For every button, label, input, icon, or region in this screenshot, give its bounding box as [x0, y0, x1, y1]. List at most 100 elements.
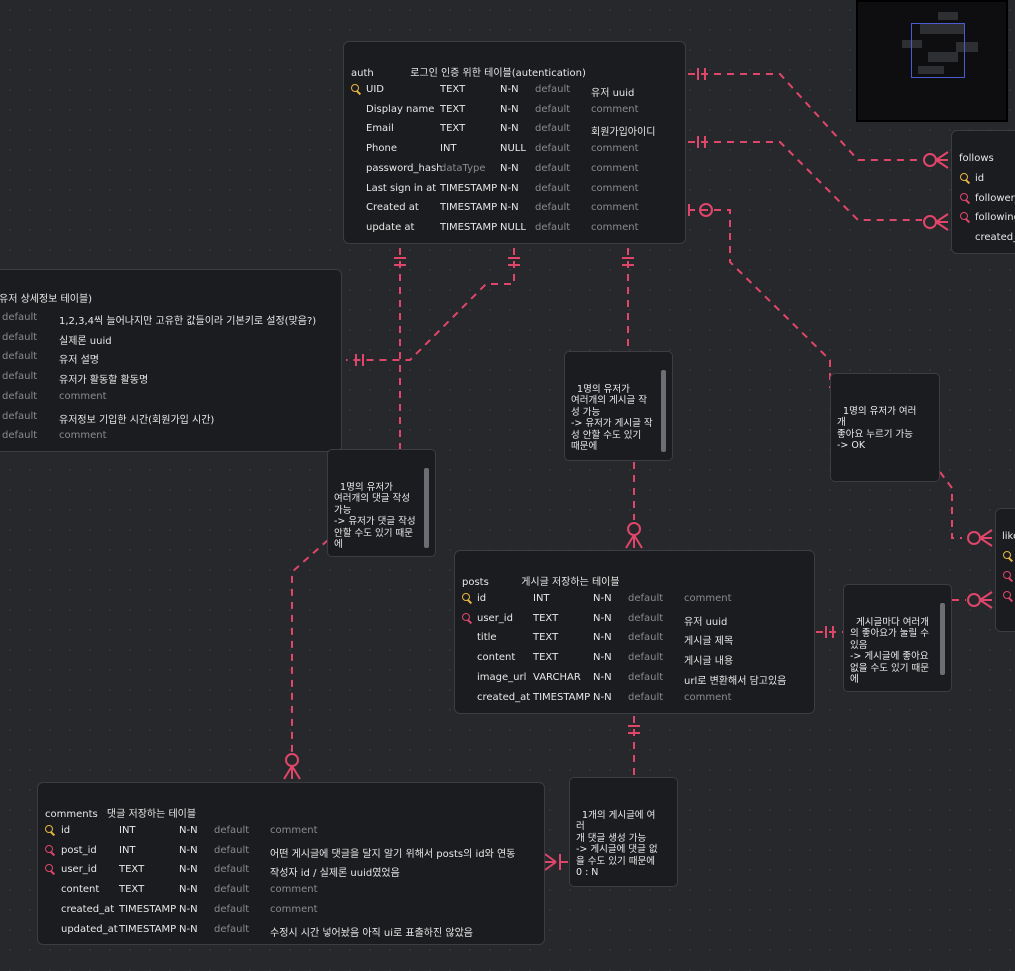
table-row[interactable]: default 유저정보 기입한 시간(회원가입 시간) [0, 411, 341, 431]
column-name: title [477, 632, 497, 644]
primary-key-icon [1003, 551, 1012, 560]
table-row[interactable]: default comment [0, 391, 341, 411]
note-text: 1명의 유저가 여러개의 댓글 작성 가능 -> 유저가 댓글 작성 안할 수도… [334, 481, 416, 551]
column-nullable: N-N [500, 202, 519, 214]
table-row[interactable]: Last sign in at TIMESTAMP N-N default commen… [344, 183, 685, 203]
column-comment: 1,2,3,4씩 늘어나지만 고유한 값들이라 기본키로 설정(맞음?) [59, 316, 317, 327]
column-name: Last sign in at [366, 182, 437, 194]
table-row[interactable]: content TEXT N-N default 게시글 내용 [455, 652, 814, 672]
table-row[interactable]: follower_ [952, 192, 1015, 213]
table-row[interactable] [996, 591, 1015, 611]
auth-table[interactable]: auth 로그인 인증 위한 테이블(autentication) UID TEX… [343, 41, 686, 244]
table-row[interactable]: created_a [952, 232, 1015, 252]
column-type: TEXT [533, 652, 559, 664]
table-row[interactable]: post_id INT N-N default 어떤 게시글에 댓글을 달지 알기 위해… [38, 844, 544, 865]
column-type: TIMESTAMP [119, 903, 177, 915]
column-comment: comment [591, 143, 639, 155]
table-row[interactable]: user_id TEXT N-N default 유저 uuid [455, 612, 814, 633]
table-name: follows [959, 153, 994, 164]
auth-likes-link [688, 209, 831, 388]
table-row[interactable]: default 유저 설명 [0, 351, 341, 371]
table-row[interactable]: id [952, 173, 1015, 193]
column-comment: 유저정보 기입한 시간(회원가입 시간) [59, 414, 215, 426]
auth-follows-following-link [688, 141, 922, 221]
likes-table[interactable]: like [995, 508, 1015, 632]
table-row[interactable]: updated_at TIMESTAMP N-N default 수정시 시간 넣어놨음… [38, 924, 544, 944]
column-comment: 작성자 id / 실제론 uuid였었음 [270, 868, 400, 880]
table-row[interactable]: user_id TEXT N-N default 작성자 id / 실제론 uuid였었… [38, 864, 544, 884]
column-nullable: N-N [593, 632, 612, 644]
primary-key-icon [462, 593, 471, 602]
column-default: default [214, 903, 250, 915]
note-scrollbar[interactable] [424, 468, 429, 548]
table-row[interactable]: Email TEXT N-N default 회원가입아이디 [344, 123, 685, 143]
column-type: TIMESTAMP [533, 691, 591, 703]
column-name: id [61, 825, 71, 836]
column-default: default [2, 312, 38, 323]
column-default: default [214, 884, 250, 896]
table-row[interactable]: title TEXT N-N default 게시글 제목 [455, 632, 814, 652]
table-row[interactable]: password_hash dataType N-N default comment [344, 163, 685, 183]
follows-table[interactable]: follows id follower_ following created_a [951, 130, 1015, 254]
table-row[interactable]: Created at TIMESTAMP N-N default comment [344, 202, 685, 222]
column-name: updated_at [61, 923, 118, 935]
column-default: default [628, 612, 664, 624]
column-default: default [535, 123, 571, 135]
table-row[interactable]: content TEXT N-N default comment [38, 884, 544, 904]
table-name: posts [462, 577, 489, 588]
table-row[interactable]: default 1,2,3,4씩 늘어나지만 고유한 값들이라 기본키로 설정(맞… [0, 312, 341, 332]
column-default: default [535, 162, 571, 174]
table-row[interactable]: default 실제론 uuid [0, 332, 341, 352]
table-row[interactable]: Display name TEXT N-N default comment [344, 104, 685, 124]
column-nullable: N-N [179, 864, 198, 876]
column-name: password_hash [366, 162, 443, 174]
column-comment: 회원가입아이디 [591, 127, 656, 139]
column-name: update at [366, 221, 415, 233]
note-scrollbar[interactable] [661, 370, 666, 452]
column-name: content [61, 884, 100, 896]
table-row[interactable] [996, 551, 1015, 571]
table-row[interactable] [996, 571, 1015, 591]
table-row[interactable]: default comment [0, 430, 341, 450]
table-row[interactable]: id INT N-N default comment [38, 825, 544, 845]
column-comment: 게시글 제목 [684, 636, 734, 648]
comments-table[interactable]: comments 댓글 저장하는 테이블 id INT N-N default comm… [37, 782, 545, 945]
likes-relation-note[interactable]: 1명의 유저가 여러개 좋아요 누르기 가능 -> OK [830, 373, 940, 482]
table-row[interactable]: created_at TIMESTAMP N-N default comment [38, 904, 544, 924]
table-row[interactable]: following [952, 212, 1015, 232]
column-nullable: N-N [179, 903, 198, 915]
profile-table[interactable]: 유저 상세정보 테이블) default 1,2,3,4씩 늘어나지만 고유한 값… [0, 269, 342, 452]
note-text: 1명의 유저가 여러개의 게시글 작 성 가능 -> 유저가 게시글 작 성 안… [571, 383, 653, 453]
table-row[interactable]: Phone INT NULL default comment [344, 143, 685, 163]
column-type: TEXT [533, 612, 559, 624]
foreign-key-icon [960, 212, 969, 221]
table-row[interactable]: image_url VARCHAR N-N default url로 변환해서 담고있음 [455, 672, 814, 692]
column-default: default [535, 84, 571, 95]
table-row[interactable]: default 유저가 활동할 활동명 [0, 371, 341, 391]
note-scrollbar[interactable] [940, 603, 945, 675]
column-comment: comment [270, 903, 318, 915]
column-name: following [975, 212, 1015, 224]
column-nullable: NULL [500, 221, 526, 233]
column-nullable: N-N [593, 671, 612, 683]
column-comment: comment [684, 691, 732, 703]
post-comments-relation-note[interactable]: 1개의 게시글에 여러 개 댓글 생성 가능 -> 게시글에 댓글 없 을 수도… [569, 777, 678, 887]
column-comment: comment [591, 202, 639, 214]
table-row[interactable]: id INT N-N default comment [455, 593, 814, 613]
column-name: post_id [61, 844, 97, 856]
column-comment: comment [591, 162, 639, 174]
post-likes-relation-note[interactable]: 게시글마다 여러개 의 좋아요가 눌릴 수 있음 -> 게시글에 좋아요 없을 … [843, 584, 952, 692]
table-row[interactable]: created_at TIMESTAMP N-N default comment [455, 692, 814, 712]
posts-relation-note[interactable]: 1명의 유저가 여러개의 게시글 작 성 가능 -> 유저가 게시글 작 성 안… [564, 351, 673, 461]
comments-relation-note[interactable]: 1명의 유저가 여러개의 댓글 작성 가능 -> 유저가 댓글 작성 안할 수도… [327, 449, 436, 557]
column-default: default [2, 371, 38, 383]
table-name: comments [45, 809, 98, 820]
table-row[interactable]: update at TIMESTAMP NULL default comment [344, 222, 685, 242]
column-nullable: N-N [593, 652, 612, 664]
column-nullable: N-N [500, 84, 519, 95]
foreign-key-icon [45, 864, 54, 873]
column-type: INT [533, 593, 550, 604]
column-type: TIMESTAMP [119, 923, 177, 935]
table-row[interactable]: UID TEXT N-N default 유저 uuid [344, 84, 685, 104]
posts-table[interactable]: posts 게시글 저장하는 테이블 id INT N-N default commen… [454, 550, 815, 714]
